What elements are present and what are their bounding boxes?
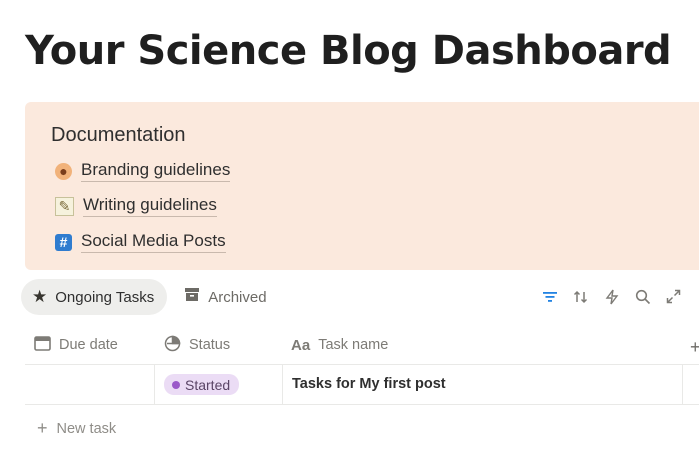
plus-icon: + <box>37 418 48 438</box>
tab-label: Ongoing Tasks <box>55 288 155 306</box>
text-property-icon: Aa <box>291 336 311 354</box>
status-badge[interactable]: Started <box>164 374 240 395</box>
new-task-button[interactable]: + New task <box>37 418 116 439</box>
memo-emoji-icon: ✎ <box>55 196 74 216</box>
status-dot <box>172 380 180 389</box>
column-label: Status <box>189 337 231 353</box>
task-name-cell[interactable]: Tasks for My first post <box>292 376 446 392</box>
new-task-label: New task <box>56 420 117 437</box>
table-header: Due date Status Aa Task name <box>25 326 699 365</box>
link-label: Social Media Posts <box>81 231 226 253</box>
documentation-callout: Documentation ● Branding guidelines ✎ Wr… <box>25 102 699 270</box>
search-icon[interactable] <box>634 288 651 305</box>
expand-icon[interactable] <box>665 288 682 305</box>
hash-emoji-icon: # <box>55 233 72 251</box>
callout-title: Documentation <box>51 124 186 146</box>
link-label: Branding guidelines <box>81 160 231 182</box>
filter-icon[interactable] <box>541 288 558 305</box>
table-row[interactable]: Started Tasks for My first post <box>25 365 699 405</box>
sort-icon[interactable] <box>572 288 589 305</box>
status-icon <box>164 335 181 356</box>
column-label: Due date <box>59 337 118 353</box>
archive-icon <box>184 287 200 307</box>
link-branding-guidelines[interactable]: ● Branding guidelines <box>55 160 231 182</box>
add-column-icon[interactable]: + <box>690 337 699 358</box>
link-social-media-posts[interactable]: # Social Media Posts <box>55 231 226 253</box>
page-title: Your Science Blog Dashboard <box>25 28 672 74</box>
palette-emoji-icon: ● <box>55 162 72 180</box>
automation-icon[interactable] <box>603 288 620 305</box>
tab-archived[interactable]: Archived <box>173 279 279 315</box>
database-toolbar <box>541 288 682 305</box>
status-label: Started <box>185 376 231 393</box>
link-writing-guidelines[interactable]: ✎ Writing guidelines <box>55 195 217 217</box>
link-label: Writing guidelines <box>83 195 217 217</box>
calendar-icon <box>34 335 51 355</box>
star-icon: ★ <box>32 287 48 306</box>
column-label: Task name <box>318 337 389 353</box>
column-task-name[interactable]: Aa Task name <box>291 326 388 364</box>
tab-label: Archived <box>208 288 267 306</box>
column-status[interactable]: Status <box>164 326 230 364</box>
view-tabs: ★ Ongoing Tasks Archived <box>21 279 280 315</box>
column-due-date[interactable]: Due date <box>34 326 118 364</box>
tab-ongoing-tasks[interactable]: ★ Ongoing Tasks <box>21 279 168 315</box>
